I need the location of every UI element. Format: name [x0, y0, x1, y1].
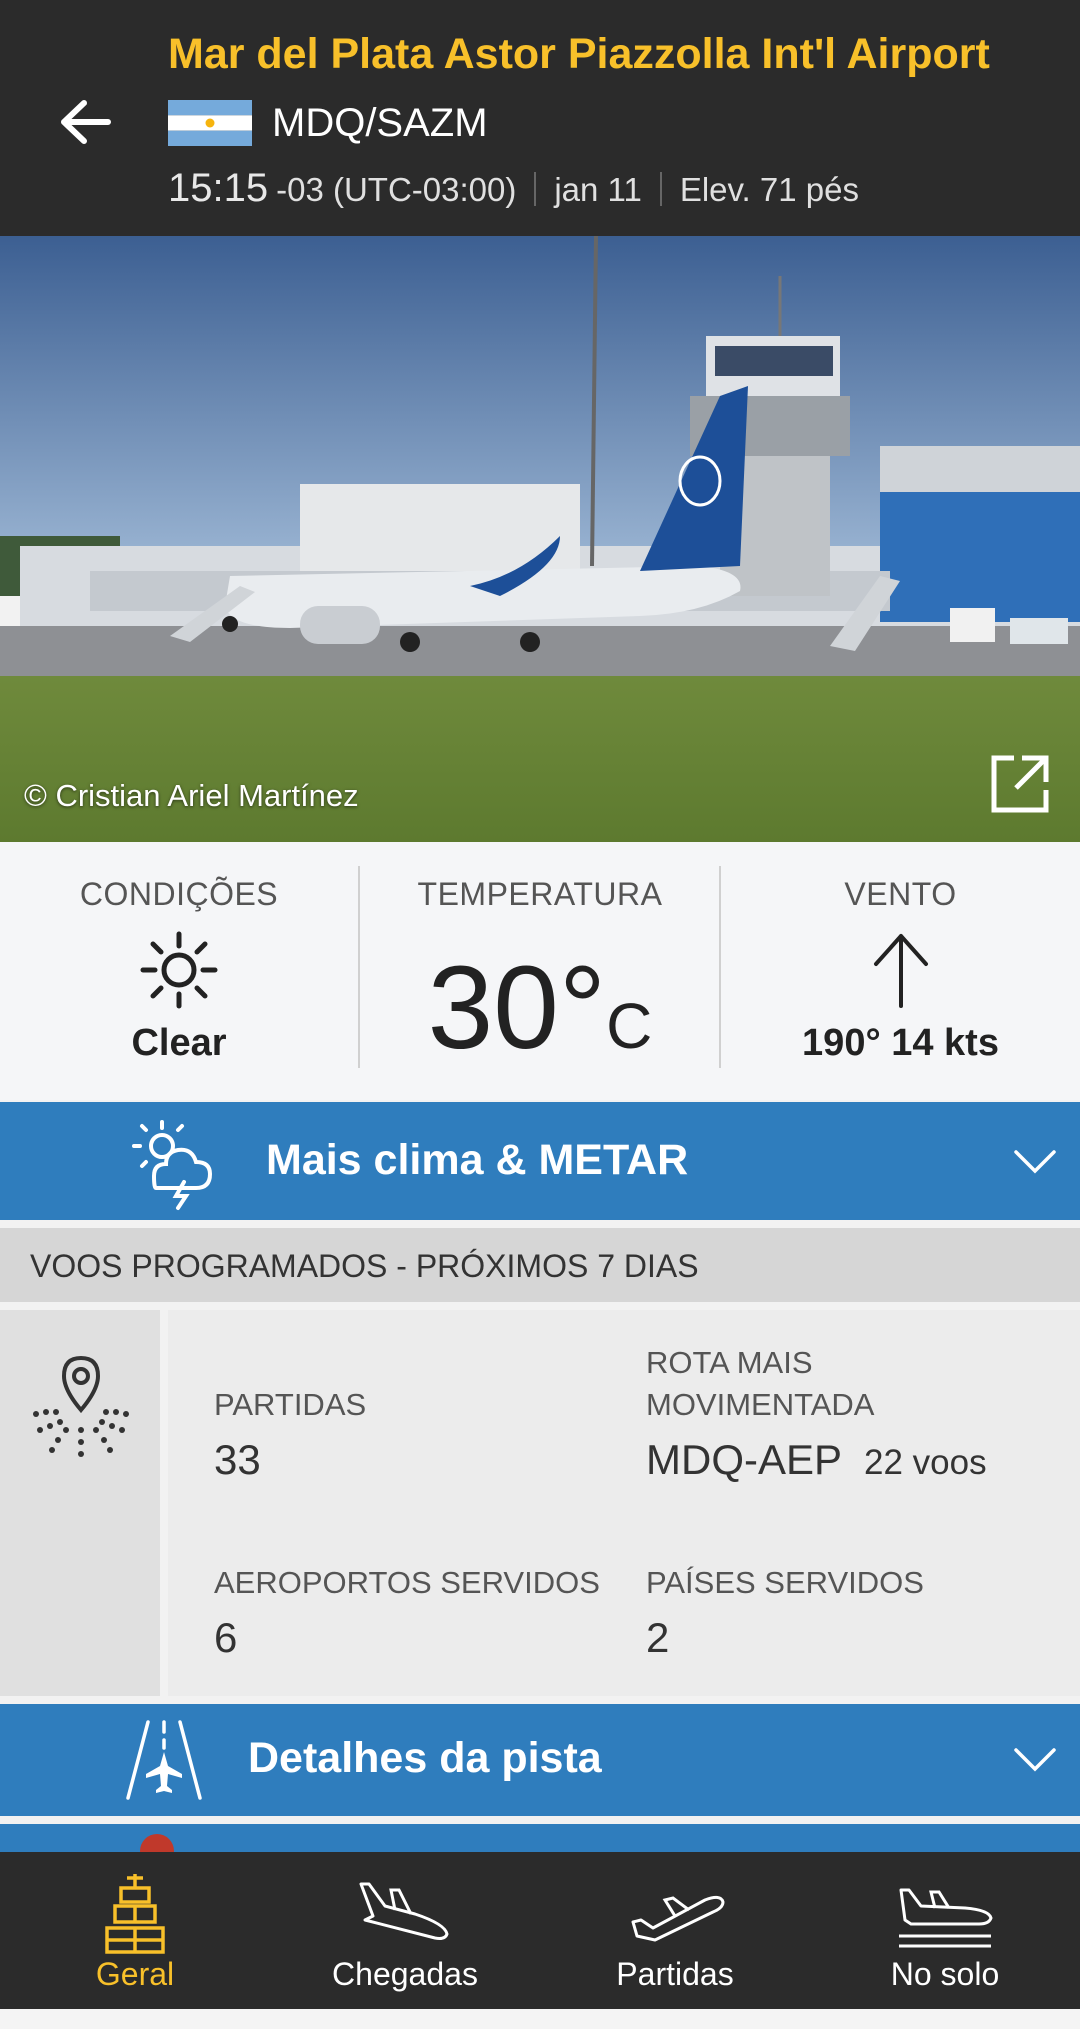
runway-details-bar[interactable]: Detalhes da pista	[0, 1704, 1080, 1816]
timezone: -03 (UTC-03:00)	[276, 171, 517, 208]
bottom-navigation: Geral Chegadas Partidas No solo	[0, 1852, 1080, 2009]
busiest-route-flights: 22 voos	[864, 1443, 987, 1482]
back-button[interactable]	[52, 88, 120, 156]
runway-details-label: Detalhes da pista	[248, 1734, 602, 1782]
wind-column: VENTO 190° 14 kts	[721, 842, 1080, 1100]
conditions-label: CONDIÇÕES	[79, 876, 279, 912]
wind-value: 190° 14 kts	[802, 1022, 999, 1064]
airports-served-label: AEROPORTOS SERVIDOS	[214, 1565, 600, 1600]
argentina-flag-icon	[168, 100, 252, 146]
nav-tab-geral[interactable]: Geral	[0, 1852, 270, 2009]
departures-value: 33	[214, 1436, 261, 1483]
busiest-route-value-wrap: MDQ-AEP 22 voos	[646, 1436, 987, 1484]
next-section-bar[interactable]	[0, 1824, 1080, 1868]
airport-header: Mar del Plata Astor Piazzolla Int'l Airp…	[0, 0, 1080, 236]
airport-codes-row: MDQ/SAZM	[168, 100, 488, 146]
temperature-unit: C	[606, 990, 653, 1062]
nav-label: No solo	[890, 1956, 1000, 1992]
elevation: Elev. 71 pés	[679, 171, 859, 208]
busiest-route-label-line1: ROTA MAIS	[646, 1345, 813, 1380]
nav-tab-chegadas[interactable]: Chegadas	[270, 1852, 540, 2009]
airport-photo-image	[0, 236, 1080, 842]
more-weather-label: Mais clima & METAR	[266, 1136, 689, 1184]
plane-on-ground-icon	[899, 1888, 993, 1948]
location-routes-icon	[33, 1355, 129, 1457]
departure-plane-icon	[631, 1895, 725, 1942]
airports-served-value: 6	[214, 1614, 238, 1661]
chevron-down-icon	[1014, 1150, 1056, 1174]
local-time: 15:15	[168, 166, 269, 210]
photo-credit: © Cristian Ariel Martínez	[24, 778, 359, 813]
departures-label: PARTIDAS	[214, 1387, 367, 1422]
arrival-plane-icon	[359, 1882, 449, 1940]
weather-storm-icon	[132, 1120, 213, 1210]
wind-label: VENTO	[844, 876, 957, 912]
scheduled-flights-stats: PARTIDAS 33 ROTA MAIS MOVIMENTADA MDQ-AE…	[0, 1310, 1080, 1696]
divider	[534, 171, 537, 206]
local-time-row: 15:15 -03 (UTC-03:00) jan 11 Elev. 71 pé…	[168, 166, 859, 211]
arrow-left-icon	[61, 100, 111, 144]
airport-codes: MDQ/SAZM	[272, 100, 488, 145]
nav-tab-no-solo[interactable]: No solo	[810, 1852, 1080, 2009]
airport-tower-icon	[105, 1874, 165, 1954]
weather-panel: CONDIÇÕES Clear TEMPERATURA 30°C VENTO 1…	[0, 842, 1080, 1100]
nav-label: Geral	[95, 1956, 175, 1992]
temperature-value-wrap: 30°C	[360, 940, 720, 1076]
local-date: jan 11	[554, 171, 642, 208]
more-weather-metar-bar[interactable]: Mais clima & METAR	[0, 1102, 1080, 1220]
nav-label: Partidas	[616, 1956, 734, 1992]
temperature-label: TEMPERATURA	[417, 876, 663, 912]
busiest-route-value: MDQ-AEP	[646, 1436, 843, 1483]
stats-values: PARTIDAS 33 ROTA MAIS MOVIMENTADA MDQ-AE…	[168, 1310, 1080, 1696]
airport-title: Mar del Plata Astor Piazzolla Int'l Airp…	[168, 30, 990, 78]
scheduled-flights-header: VOOS PROGRAMADOS - PRÓXIMOS 7 DIAS	[0, 1228, 1080, 1302]
temperature-column: TEMPERATURA 30°C	[360, 842, 720, 1100]
busiest-route-label-line2: MOVIMENTADA	[646, 1387, 875, 1422]
countries-served-value: 2	[646, 1614, 670, 1661]
sun-icon	[140, 931, 218, 1009]
countries-served-label: PAÍSES SERVIDOS	[646, 1565, 924, 1600]
nav-tab-partidas[interactable]: Partidas	[540, 1852, 810, 2009]
scheduled-flights-title: VOOS PROGRAMADOS - PRÓXIMOS 7 DIAS	[30, 1248, 699, 1284]
open-external-icon[interactable]	[988, 752, 1052, 816]
busiest-route-label: ROTA MAIS MOVIMENTADA	[646, 1342, 875, 1426]
nav-label: Chegadas	[332, 1956, 478, 1992]
wind-direction-arrow-icon	[874, 934, 928, 1008]
temperature-value: 30°	[427, 942, 607, 1074]
divider	[659, 171, 662, 206]
chevron-down-icon	[1014, 1748, 1056, 1772]
airport-photo: © Cristian Ariel Martínez	[0, 236, 1080, 842]
stats-icon-column	[0, 1310, 160, 1696]
conditions-column: CONDIÇÕES Clear	[0, 842, 358, 1100]
conditions-value: Clear	[131, 1022, 227, 1064]
system-bottom-strip	[0, 2009, 1080, 2029]
runway-plane-icon	[126, 1720, 202, 1800]
